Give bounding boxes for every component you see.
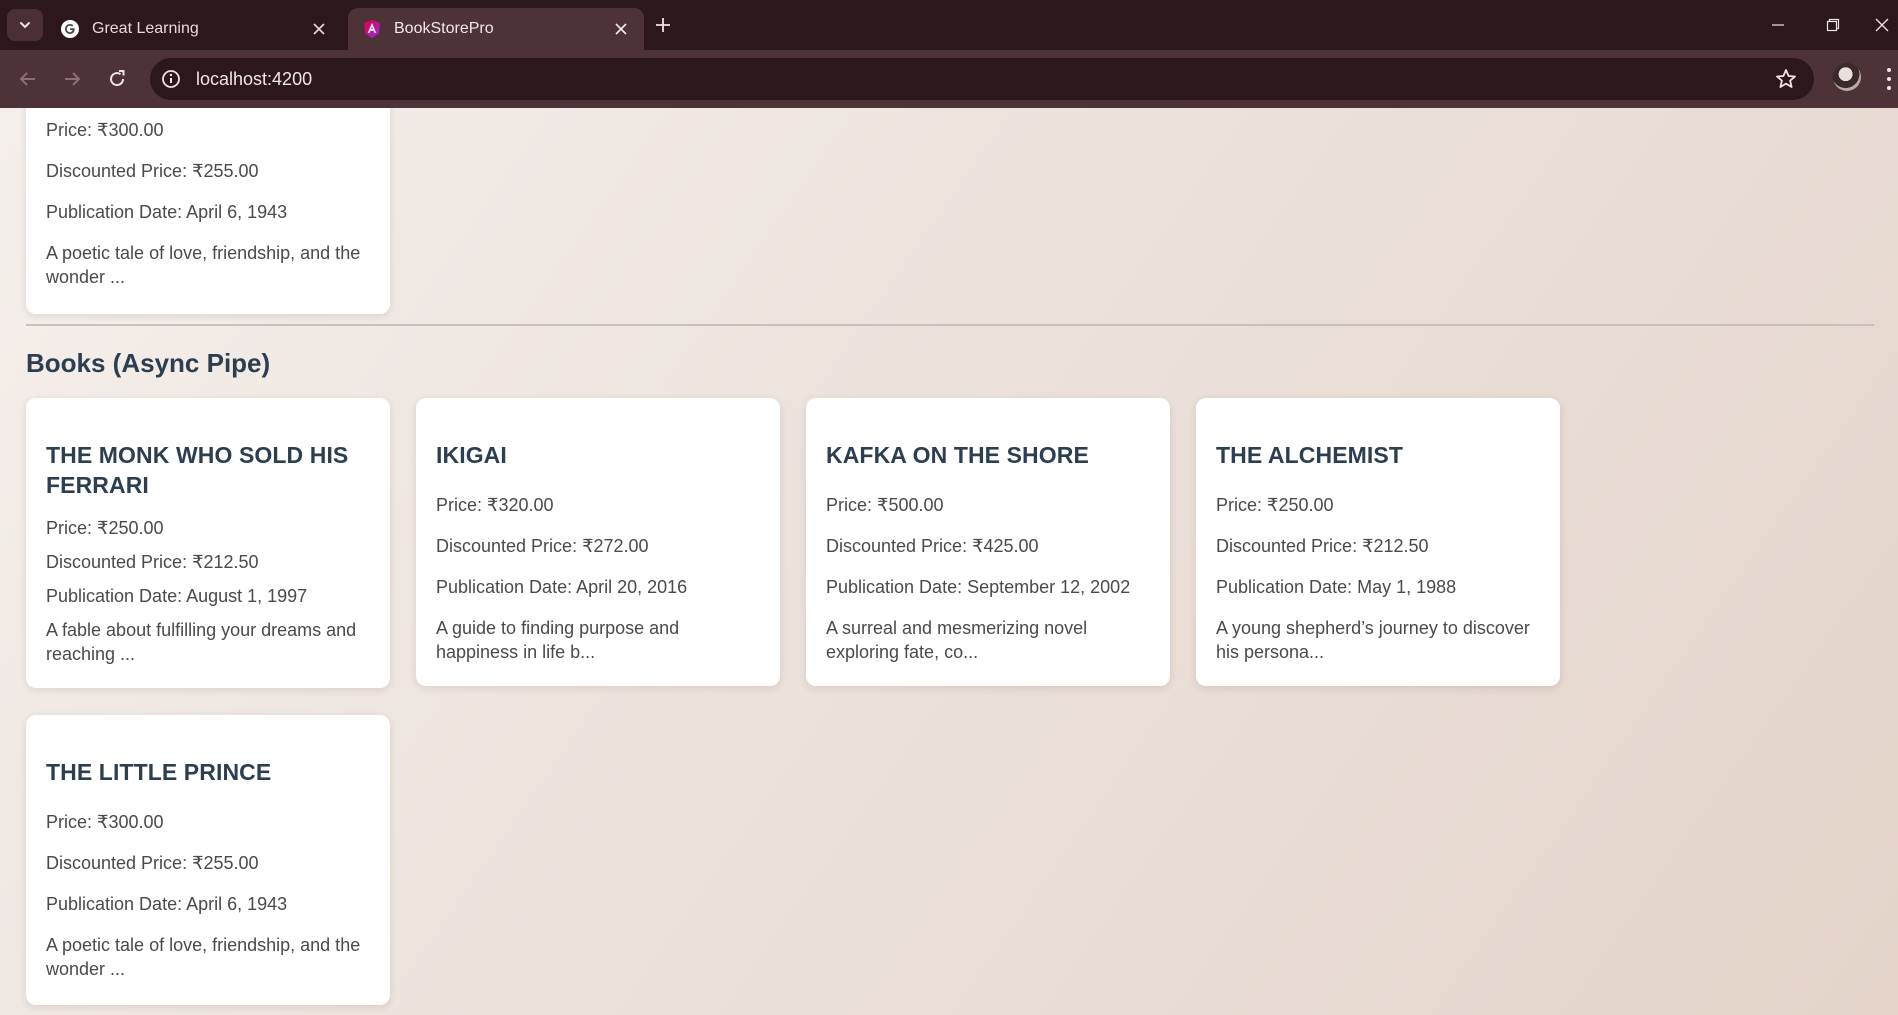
book-publication-date: Publication Date: May 1, 1988 xyxy=(1216,577,1457,597)
book-discounted-price: Discounted Price: ₹255.00 xyxy=(46,853,259,873)
close-tab-button[interactable] xyxy=(308,18,330,40)
book-publication-date: Publication Date: April 6, 1943 xyxy=(46,894,288,914)
reload-icon xyxy=(110,70,125,87)
book-discounted-price: Discounted Price: ₹212.50 xyxy=(1216,536,1429,556)
minimize-icon xyxy=(1772,24,1784,26)
forward-button[interactable] xyxy=(56,63,88,95)
address-bar[interactable]: localhost:4200 xyxy=(150,58,1814,100)
book-publication-date: Publication Date: April 6, 1943 xyxy=(46,202,288,222)
book-discounted-price: Discounted Price: ₹212.50 xyxy=(46,552,259,572)
book-card: IKIGAI Price: ₹320.00 Discounted Price: … xyxy=(416,398,780,686)
book-description: A fable about fulfilling your dreams and… xyxy=(46,620,357,664)
book-discounted-price: Discounted Price: ₹272.00 xyxy=(436,536,649,556)
book-card: KAFKA ON THE SHORE Price: ₹500.00 Discou… xyxy=(806,398,1170,686)
book-title: IKIGAI xyxy=(436,442,507,468)
book-price: Price: ₹500.00 xyxy=(826,495,944,515)
arrow-left-icon xyxy=(19,72,35,86)
section-divider xyxy=(26,324,1874,326)
book-price: Price: ₹250.00 xyxy=(46,518,164,538)
book-description: A guide to finding purpose and happiness… xyxy=(436,618,680,662)
close-icon xyxy=(1875,18,1889,32)
book-description: A poetic tale of love, friendship, and t… xyxy=(46,935,361,979)
close-icon xyxy=(313,23,325,35)
book-publication-date: Publication Date: September 12, 2002 xyxy=(826,577,1131,597)
book-discounted-price: Discounted Price: ₹255.00 xyxy=(46,161,259,181)
url-text[interactable]: localhost:4200 xyxy=(196,69,312,90)
book-price: Price: ₹300.00 xyxy=(46,812,164,832)
book-card: THE LITTLE PRINCE Price: ₹300.00 Discoun… xyxy=(26,715,390,1005)
restore-icon xyxy=(1826,18,1840,32)
site-info-icon[interactable] xyxy=(160,68,182,90)
tab-bookstorepro[interactable]: BookStorePro xyxy=(348,8,644,50)
book-publication-date: Publication Date: August 1, 1997 xyxy=(46,586,308,606)
close-icon xyxy=(615,23,627,35)
plus-icon xyxy=(656,18,670,32)
book-description: A surreal and mesmerizing novel explorin… xyxy=(826,618,1088,662)
book-price: Price: ₹320.00 xyxy=(436,495,554,515)
minimize-button[interactable] xyxy=(1763,12,1793,38)
page-viewport: Price: ₹300.00 Discounted Price: ₹255.00… xyxy=(0,108,1898,1015)
google-g-icon xyxy=(61,20,79,38)
chevron-down-icon xyxy=(20,22,30,29)
book-price: Price: ₹250.00 xyxy=(1216,495,1334,515)
profile-avatar[interactable] xyxy=(1833,63,1861,91)
book-discounted-price: Discounted Price: ₹425.00 xyxy=(826,536,1039,556)
book-title: KAFKA ON THE SHORE xyxy=(826,442,1089,468)
new-tab-button[interactable] xyxy=(650,12,676,38)
tab-great-learning[interactable]: Great Learning xyxy=(46,8,342,50)
book-title: THE ALCHEMIST xyxy=(1216,442,1403,468)
book-card: Price: ₹300.00 Discounted Price: ₹255.00… xyxy=(26,108,390,314)
tab-title: BookStorePro xyxy=(394,20,494,37)
tab-search-button[interactable] xyxy=(7,9,43,41)
reload-button[interactable] xyxy=(101,63,133,95)
book-publication-date: Publication Date: April 20, 2016 xyxy=(436,577,688,597)
section-title: Books (Async Pipe) xyxy=(26,348,271,378)
book-description: A young shepherd’s journey to discover h… xyxy=(1216,618,1530,662)
book-card: THE MONK WHO SOLD HIS FERRARI Price: ₹25… xyxy=(26,398,390,688)
browser-toolbar: localhost:4200 xyxy=(0,50,1898,108)
book-card: THE ALCHEMIST Price: ₹250.00 Discounted … xyxy=(1196,398,1560,686)
restore-button[interactable] xyxy=(1818,12,1848,38)
browser-tab-bar: Great Learning BookStorePro xyxy=(0,0,1898,50)
close-tab-button[interactable] xyxy=(610,18,632,40)
bookmark-star-icon[interactable] xyxy=(1774,67,1798,91)
book-description: A poetic tale of love, friendship, and t… xyxy=(46,243,361,287)
more-menu-icon[interactable] xyxy=(1884,66,1894,92)
book-title: THE MONK WHO SOLD HIS FERRARI xyxy=(46,442,349,498)
tab-title: Great Learning xyxy=(92,20,199,37)
close-window-button[interactable] xyxy=(1874,12,1898,38)
angular-icon xyxy=(364,20,380,38)
arrow-right-icon xyxy=(65,72,81,86)
book-price: Price: ₹300.00 xyxy=(46,120,164,140)
book-title: THE LITTLE PRINCE xyxy=(46,759,272,785)
back-button[interactable] xyxy=(12,63,44,95)
